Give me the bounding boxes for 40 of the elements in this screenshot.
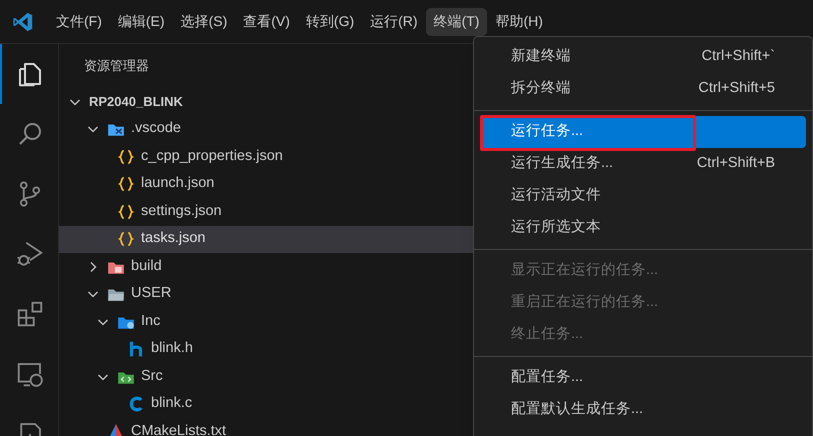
triangle-icon <box>107 422 125 436</box>
file-name: USER <box>131 284 172 304</box>
menu-bar-item[interactable]: 查看(V) <box>235 8 298 36</box>
shortcut-label: Ctrl+Shift+5 <box>698 79 775 98</box>
extensions-icon[interactable] <box>15 299 45 329</box>
menu-bar-item[interactable]: 选择(S) <box>172 8 236 36</box>
header-file-icon <box>127 340 145 358</box>
file-name: .vscode <box>131 119 181 138</box>
file-name: RP2040_BLINK <box>89 93 183 111</box>
menu-bar-item[interactable]: 帮助(H) <box>487 8 551 36</box>
sidebar-title: 资源管理器 <box>84 57 149 76</box>
braces-icon <box>117 148 135 166</box>
shortcut-label: Ctrl+Shift+` <box>702 47 775 66</box>
menu-bar-item[interactable]: 运行(R) <box>362 8 426 36</box>
file-name: tasks.json <box>141 229 206 248</box>
braces-icon <box>117 175 135 194</box>
file-name: blink.h <box>151 339 193 358</box>
menu-bar-item[interactable]: 转到(G) <box>298 8 362 36</box>
menu-item[interactable]: 运行生成任务... Ctrl+Shift+B <box>480 148 806 180</box>
braces-icon <box>117 202 135 221</box>
app-logo-icon <box>12 10 34 32</box>
file-name: blink.c <box>151 394 192 414</box>
shortcut-label: Ctrl+Shift+B <box>696 154 775 174</box>
menu-bar-item[interactable]: 文件(F) <box>48 8 110 36</box>
file-name: settings.json <box>141 202 222 221</box>
file-name: Inc <box>141 312 160 331</box>
menu-item[interactable]: 拆分终端 Ctrl+Shift+5 <box>480 73 806 105</box>
c-file-icon <box>127 395 145 414</box>
file-name: launch.json <box>141 174 214 194</box>
file-name: c_cpp_properties.json <box>141 146 283 166</box>
menu-bar-item[interactable]: 终端(T) <box>426 8 488 36</box>
braces-icon <box>117 230 135 248</box>
menu-item[interactable]: 新建终端 Ctrl+Shift+` <box>480 41 806 73</box>
file-name: build <box>131 256 162 276</box>
menu-item[interactable]: 运行任务... <box>480 116 806 148</box>
menu-bar-item[interactable]: 编辑(E) <box>110 8 173 36</box>
file-name: CMakeLists.txt <box>131 422 226 436</box>
menu-item[interactable]: 配置任务... <box>480 362 806 394</box>
file-name: Src <box>141 366 163 386</box>
menu-item[interactable]: 运行活动文件 <box>480 180 806 212</box>
